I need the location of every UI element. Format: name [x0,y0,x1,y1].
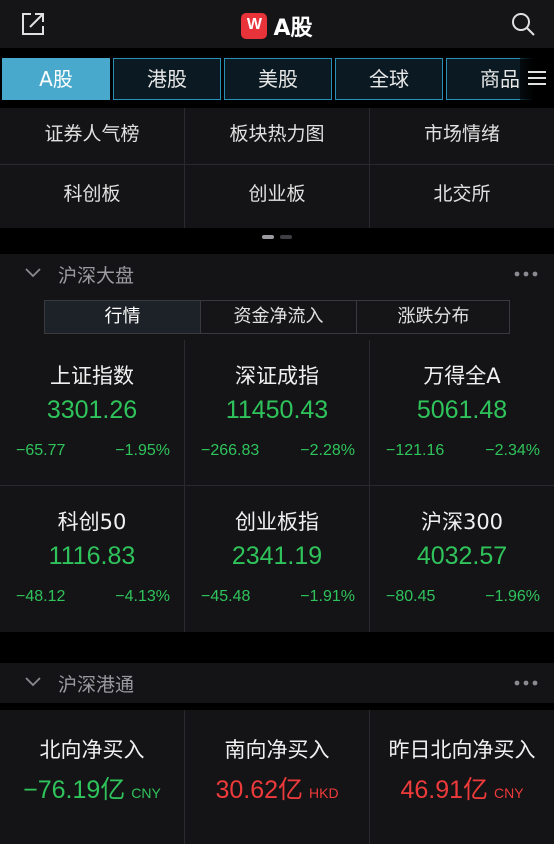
index-card-sse[interactable]: 上证指数 3301.26 −65.77 −1.95% [0,340,184,484]
index-card-szse[interactable]: 深证成指 11450.43 −266.83 −2.28% [185,340,369,484]
index-change: −266.83 [201,442,260,459]
index-grid: 上证指数 3301.26 −65.77 −1.95% 深证成指 11450.43… [0,340,554,632]
divider [369,108,370,228]
page-title: W A股 [0,10,554,41]
index-change-pct: −2.34% [485,442,540,459]
subtab-quotes[interactable]: 行情 [45,301,200,333]
index-change-pct: −1.96% [485,588,540,605]
index-card-chinext[interactable]: 创业板指 2341.19 −45.48 −1.91% [185,486,369,630]
tab-hk-shares[interactable]: 港股 [113,58,221,100]
quick-links-grid: 证券人气榜 板块热力图 市场情绪 科创板 创业板 北交所 [0,108,554,228]
flow-currency: CNY [131,785,161,801]
index-card-wind-all-a[interactable]: 万得全A 5061.48 −121.16 −2.34% [370,340,554,484]
index-name: 深证成指 [235,364,319,388]
connect-flows: 北向净买入 −76.19亿 CNY 南向净买入 30.62亿 HKD 昨日北向净买入… [0,710,554,844]
index-name: 万得全A [423,364,501,388]
more-icon[interactable] [514,680,538,686]
index-value: 2341.19 [231,542,323,570]
index-name: 上证指数 [50,364,134,388]
index-name: 科创50 [57,510,127,534]
index-value: 11450.43 [225,396,329,424]
index-change: −121.16 [386,442,445,459]
top-bar: W A股 [0,0,554,48]
tab-global[interactable]: 全球 [335,58,443,100]
flow-amount: 46.91亿 [400,776,488,804]
index-change-pct: −2.28% [300,442,355,459]
index-value: 5061.48 [416,396,508,424]
page-indicator [0,235,554,241]
page-dot [280,235,292,239]
connect-section-header[interactable]: 沪深港通 [0,663,554,703]
more-icon[interactable] [514,271,538,277]
search-icon[interactable] [510,11,536,37]
app-logo: W [241,13,268,39]
divider [369,340,370,632]
quick-link-star-market[interactable]: 科创板 [0,168,184,220]
divider [0,164,554,165]
section-title: 沪深港通 [58,674,135,696]
subtab-distribution[interactable]: 涨跌分布 [357,301,510,333]
section-title: 沪深大盘 [58,265,135,287]
quick-link-chinext[interactable]: 创业板 [185,168,369,220]
index-name: 沪深300 [420,510,504,534]
flow-name: 北向净买入 [39,738,145,762]
index-change-pct: −4.13% [115,588,170,605]
flow-value: 30.62亿 HKD [185,770,369,806]
tab-menu-button[interactable] [520,56,554,102]
index-change: −45.48 [201,588,251,605]
quick-link-bse[interactable]: 北交所 [370,168,554,220]
flow-name: 南向净买入 [224,738,330,762]
index-change: −48.12 [16,588,66,605]
index-value: 3301.26 [46,396,138,424]
index-card-csi300[interactable]: 沪深300 4032.57 −80.45 −1.96% [370,486,554,630]
market-section-header[interactable]: 沪深大盘 [0,254,554,294]
divider [184,108,185,228]
page-title-text: A股 [273,16,313,41]
index-change-pct: −1.95% [115,442,170,459]
index-change: −65.77 [16,442,66,459]
flow-currency: CNY [494,785,524,801]
divider [369,710,370,844]
index-change: −80.45 [386,588,436,605]
quick-link-sentiment[interactable]: 市场情绪 [370,108,554,160]
flow-name: 昨日北向净买入 [388,738,536,762]
flow-currency: HKD [309,785,339,801]
menu-icon [528,71,546,85]
index-value: 4032.57 [416,542,508,570]
index-value: 1116.83 [48,542,136,570]
flow-value: 46.91亿 CNY [370,770,554,806]
flow-card-prev-northbound[interactable]: 昨日北向净买入 46.91亿 CNY [370,710,554,844]
quick-link-heatmap[interactable]: 板块热力图 [185,108,369,160]
flow-card-northbound[interactable]: 北向净买入 −76.19亿 CNY [0,710,184,844]
market-tabs: A股 港股 美股 全球 商品 [0,56,554,102]
flow-value: −76.19亿 CNY [0,770,184,806]
flow-amount: −76.19亿 [23,776,126,804]
market-subtabs: 行情 资金净流入 涨跌分布 [44,300,510,334]
flow-card-southbound[interactable]: 南向净买入 30.62亿 HKD [185,710,369,844]
quick-link-popularity[interactable]: 证券人气榜 [0,108,184,160]
index-card-star50[interactable]: 科创50 1116.83 −48.12 −4.13% [0,486,184,630]
tab-us-shares[interactable]: 美股 [224,58,332,100]
page-dot-active [262,235,274,239]
flow-amount: 30.62亿 [215,776,303,804]
divider [0,485,554,486]
chevron-down-icon [25,677,41,687]
chevron-down-icon [25,268,41,278]
divider [184,340,185,632]
divider [184,710,185,844]
index-change-pct: −1.91% [300,588,355,605]
tab-a-shares[interactable]: A股 [2,58,110,100]
index-name: 创业板指 [235,510,319,534]
subtab-net-inflow[interactable]: 资金净流入 [201,301,356,333]
